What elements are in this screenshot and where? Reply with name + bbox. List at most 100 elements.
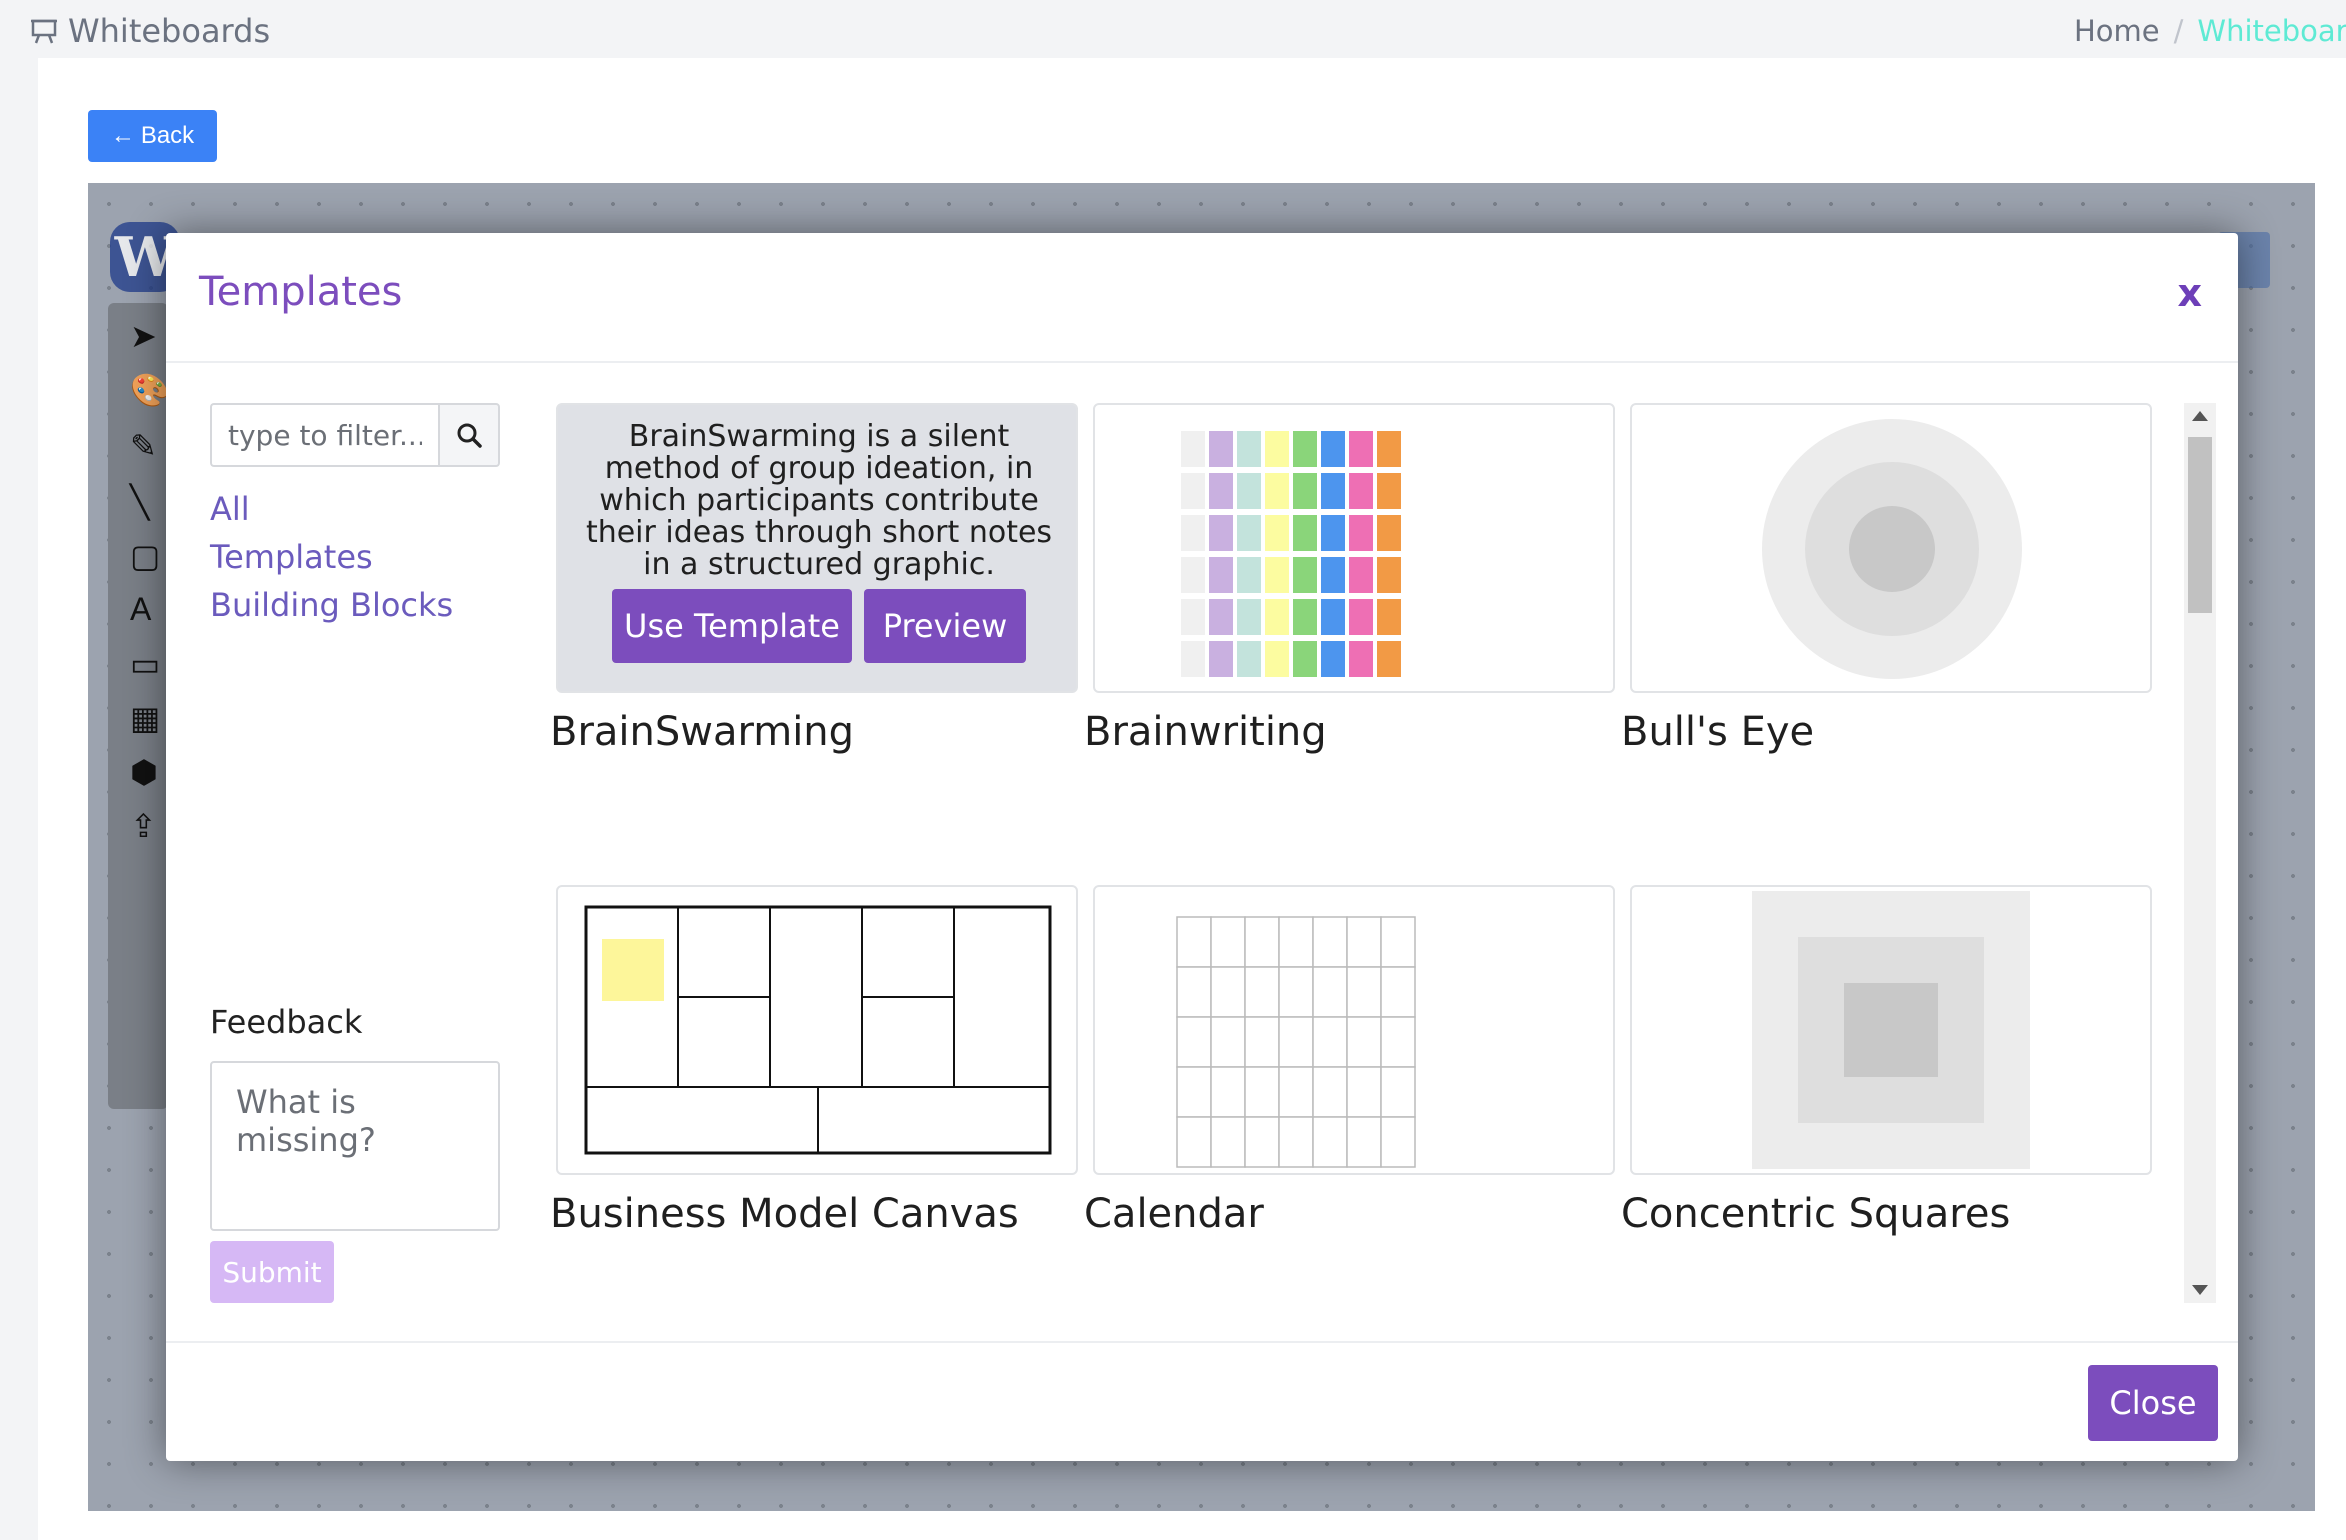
sticky-note-thumb	[1265, 557, 1289, 593]
feedback-textarea[interactable]	[210, 1061, 500, 1231]
sticky-note-thumb	[1377, 431, 1401, 467]
back-button[interactable]: ← Back	[88, 110, 217, 162]
sticky-note-thumb	[1237, 557, 1261, 593]
calendar-cell-thumb	[1380, 1116, 1416, 1168]
category-list: All Templates Building Blocks	[210, 485, 453, 629]
close-button[interactable]: Close	[2088, 1365, 2218, 1441]
sticky-note-thumb	[1321, 557, 1345, 593]
arrow-left-icon: ←	[110, 122, 135, 149]
calendar-cell-thumb	[1176, 1066, 1212, 1118]
sticky-note-thumb	[1349, 599, 1373, 635]
template-description: BrainSwarming is a silent method of grou…	[585, 419, 1053, 582]
sticky-note-thumb	[1237, 473, 1261, 509]
sticky-note-thumb	[1209, 473, 1233, 509]
category-building-blocks[interactable]: Building Blocks	[210, 581, 453, 629]
calendar-cell-thumb	[1312, 1016, 1348, 1068]
sticky-note-tool-icon[interactable]: ▭	[130, 645, 168, 683]
app-title: Whiteboards	[30, 12, 270, 50]
calendar-cell-thumb	[1278, 966, 1314, 1018]
pointer-tool-icon[interactable]: ➤	[130, 317, 168, 355]
calendar-cell-thumb	[1380, 1016, 1416, 1068]
sticky-note-thumb	[1265, 641, 1289, 677]
modal-title: Templates	[199, 269, 403, 315]
template-name[interactable]: BrainSwarming	[550, 709, 854, 755]
sticky-note-thumb	[1209, 515, 1233, 551]
sticky-note-thumb	[1293, 431, 1317, 467]
template-card-brainswarming[interactable]: BrainSwarming is a silent method of grou…	[556, 403, 1078, 693]
pencil-tool-icon[interactable]: ✎	[130, 427, 168, 465]
scroll-down-arrow-icon[interactable]	[2192, 1285, 2208, 1295]
template-name[interactable]: Brainwriting	[1084, 709, 1327, 755]
template-name[interactable]: Calendar	[1084, 1191, 1264, 1237]
calendar-cell-thumb	[1176, 916, 1212, 968]
sticky-note-thumb	[1377, 599, 1401, 635]
app-title-text: Whiteboards	[68, 12, 271, 50]
modal-header: Templates x	[166, 233, 2238, 363]
templates-scrollbar[interactable]	[2184, 403, 2216, 1303]
back-button-label: Back	[140, 122, 195, 149]
layout-tool-icon[interactable]: ▦	[130, 699, 168, 737]
sticky-note-thumb	[1321, 641, 1345, 677]
scroll-up-arrow-icon[interactable]	[2192, 411, 2208, 421]
modal-footer: Close	[166, 1341, 2238, 1461]
palette-tool-icon[interactable]: 🎨	[130, 371, 170, 409]
calendar-cell-thumb	[1210, 1066, 1246, 1118]
sticky-note-thumb	[1209, 641, 1233, 677]
template-name[interactable]: Bull's Eye	[1621, 709, 1814, 755]
filter-input[interactable]	[210, 403, 438, 467]
sticky-note-thumb	[1377, 641, 1401, 677]
sticky-note-thumb	[1349, 557, 1373, 593]
cube-tool-icon[interactable]: ⬢	[130, 753, 168, 791]
breadcrumb-home[interactable]: Home	[2074, 14, 2160, 48]
search-icon	[457, 423, 482, 448]
calendar-thumbnail	[1176, 916, 1416, 1168]
sticky-note-thumb	[1293, 641, 1317, 677]
calendar-cell-thumb	[1346, 966, 1382, 1018]
calendar-cell-thumb	[1210, 1016, 1246, 1068]
upload-tool-icon[interactable]: ⇪	[130, 807, 168, 845]
template-card-concentric-squares[interactable]	[1630, 885, 2152, 1175]
sticky-note-thumb	[1265, 473, 1289, 509]
template-card-brainwriting[interactable]	[1093, 403, 1615, 693]
category-all[interactable]: All	[210, 485, 453, 533]
sticky-note-thumb	[1181, 599, 1205, 635]
category-templates[interactable]: Templates	[210, 533, 453, 581]
calendar-cell-thumb	[1312, 916, 1348, 968]
template-name[interactable]: Concentric Squares	[1621, 1191, 2010, 1237]
calendar-cell-thumb	[1312, 1116, 1348, 1168]
template-card-bulls-eye[interactable]	[1630, 403, 2152, 693]
submit-button[interactable]: Submit	[210, 1241, 334, 1303]
sticky-note-thumb	[1377, 515, 1401, 551]
template-card-calendar[interactable]	[1093, 885, 1615, 1175]
concentric-squares-thumbnail	[1752, 891, 2030, 1169]
line-tool-icon[interactable]: ╲	[130, 483, 168, 521]
sticky-note-thumb	[1293, 473, 1317, 509]
text-tool-icon[interactable]: A	[130, 591, 168, 629]
modal-close-x-button[interactable]: x	[2177, 271, 2202, 315]
breadcrumb-separator: /	[2173, 14, 2184, 48]
rectangle-tool-icon[interactable]: ▢	[130, 537, 168, 575]
sticky-note-thumb	[1265, 599, 1289, 635]
sticky-note-thumb	[1181, 473, 1205, 509]
template-card-business-model-canvas[interactable]	[556, 885, 1078, 1175]
sticky-note-thumb	[1293, 557, 1317, 593]
calendar-cell-thumb	[1346, 916, 1382, 968]
use-template-button[interactable]: Use Template	[612, 589, 852, 663]
calendar-cell-thumb	[1346, 1116, 1382, 1168]
calendar-cell-thumb	[1346, 1066, 1382, 1118]
calendar-cell-thumb	[1346, 1016, 1382, 1068]
sticky-note-thumb	[1349, 515, 1373, 551]
calendar-cell-thumb	[1278, 1016, 1314, 1068]
sticky-note-thumb	[1321, 515, 1345, 551]
preview-button[interactable]: Preview	[864, 589, 1026, 663]
scroll-thumb[interactable]	[2188, 437, 2212, 613]
sticky-note-thumb	[1237, 515, 1261, 551]
sticky-note-thumb	[1349, 473, 1373, 509]
sticky-note-thumb	[1237, 431, 1261, 467]
template-name[interactable]: Business Model Canvas	[550, 1191, 1019, 1237]
whiteboard-icon	[31, 19, 57, 44]
calendar-cell-thumb	[1210, 916, 1246, 968]
search-button[interactable]	[438, 403, 500, 467]
sticky-note-thumb	[1265, 431, 1289, 467]
calendar-cell-thumb	[1210, 966, 1246, 1018]
